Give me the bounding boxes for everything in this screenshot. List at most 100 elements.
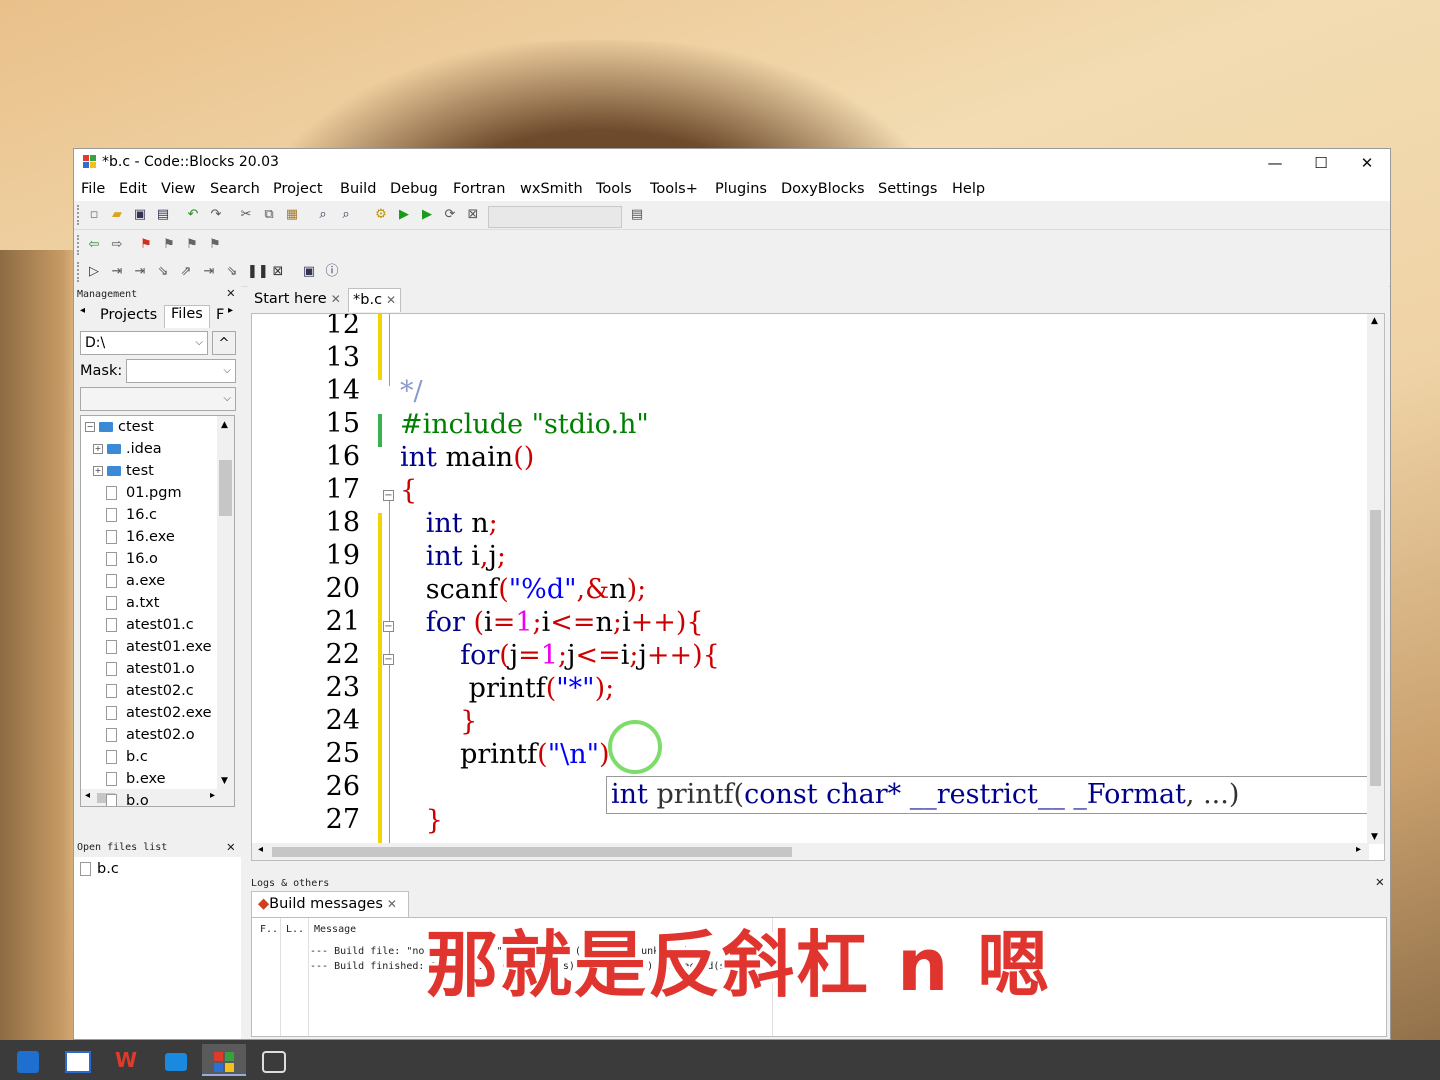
menu-project[interactable]: Project bbox=[273, 181, 323, 197]
open-files-close-icon[interactable]: ✕ bbox=[227, 839, 235, 855]
tab-b-c[interactable]: *b.c ✕ bbox=[348, 288, 402, 312]
maximize-button[interactable]: ☐ bbox=[1298, 151, 1344, 175]
tree-item-file[interactable]: 16.o bbox=[93, 548, 158, 570]
tree-scroll-thumb[interactable] bbox=[219, 460, 232, 516]
step-out-icon[interactable]: ⇗ bbox=[178, 264, 194, 280]
menu-plugins[interactable]: Plugins bbox=[715, 181, 767, 197]
tab-build-messages[interactable]: ◆Build messages ✕ bbox=[251, 891, 409, 917]
taskbar-recorder-icon[interactable] bbox=[252, 1044, 296, 1076]
toolbar-grip[interactable] bbox=[77, 205, 82, 225]
tree-item-file[interactable]: 16.c bbox=[93, 504, 157, 526]
debug-info-icon[interactable]: ⓘ bbox=[324, 264, 340, 280]
scroll-right-icon[interactable]: ▸ bbox=[210, 790, 215, 801]
close-tab-icon[interactable]: ✕ bbox=[331, 292, 341, 306]
tree-item-file[interactable]: atest01.c bbox=[93, 614, 194, 636]
menu-debug[interactable]: Debug bbox=[390, 181, 438, 197]
expand-icon[interactable]: + bbox=[93, 466, 103, 476]
next-instruction-icon[interactable]: ⇥ bbox=[201, 264, 217, 280]
tree-item-file[interactable]: atest01.exe bbox=[93, 636, 212, 658]
menu-wxsmith[interactable]: wxSmith bbox=[520, 181, 583, 197]
run-to-cursor-icon[interactable]: ⇥ bbox=[109, 264, 125, 280]
build-run-icon[interactable]: ▶ bbox=[419, 207, 435, 223]
taskbar-app-1-icon[interactable] bbox=[6, 1044, 50, 1076]
col-file[interactable]: F.. bbox=[260, 924, 278, 935]
tree-item-file[interactable]: atest02.o bbox=[93, 724, 195, 746]
paste-icon[interactable]: ▦ bbox=[284, 207, 300, 223]
tree-item-file[interactable]: 01.pgm bbox=[93, 482, 182, 504]
tree-item-file[interactable]: atest02.c bbox=[93, 680, 194, 702]
scroll-up-icon[interactable]: ▲ bbox=[221, 420, 228, 430]
menu-fortran[interactable]: Fortran bbox=[453, 181, 505, 197]
redo-icon[interactable]: ↷ bbox=[208, 207, 224, 223]
bookmark-flag-icon[interactable]: ⚑ bbox=[138, 237, 154, 253]
title-bar[interactable]: *b.c - Code::Blocks 20.03 — ☐ ✕ bbox=[74, 149, 1390, 177]
toolbar-grip[interactable] bbox=[77, 262, 82, 282]
tree-item-file[interactable]: a.txt bbox=[93, 592, 159, 614]
scroll-down-icon[interactable]: ▼ bbox=[221, 776, 228, 786]
tree-item-folder[interactable]: − ctest bbox=[85, 416, 154, 438]
next-bookmark-icon[interactable]: ⚑ bbox=[184, 237, 200, 253]
menu-help[interactable]: Help bbox=[952, 181, 985, 197]
menu-tools-plus[interactable]: Tools+ bbox=[650, 181, 698, 197]
tree-item-file[interactable]: 16.exe bbox=[93, 526, 175, 548]
copy-icon[interactable]: ⧉ bbox=[261, 207, 277, 223]
editor-vertical-scrollbar[interactable]: ▲ ▼ bbox=[1367, 314, 1384, 844]
tab-fsymbols[interactable]: F bbox=[216, 307, 224, 323]
save-all-icon[interactable]: ▤ bbox=[155, 207, 171, 223]
taskbar-app-2-icon[interactable] bbox=[56, 1044, 100, 1076]
menu-build[interactable]: Build bbox=[340, 181, 376, 197]
debug-continue-icon[interactable]: ▷ bbox=[86, 264, 102, 280]
cut-icon[interactable]: ✂ bbox=[238, 207, 254, 223]
minimize-button[interactable]: — bbox=[1252, 151, 1298, 175]
tree-item-folder[interactable]: + .idea bbox=[93, 438, 162, 460]
fold-for-inner-icon[interactable]: − bbox=[383, 654, 394, 665]
taskbar-wps-icon[interactable]: W bbox=[104, 1044, 148, 1076]
find-icon[interactable]: ⌕ bbox=[315, 207, 331, 223]
menu-view[interactable]: View bbox=[161, 181, 195, 197]
up-directory-button[interactable]: ^ bbox=[212, 331, 236, 355]
filter-combobox[interactable]: ⌵ bbox=[80, 387, 236, 411]
chevron-down-icon[interactable]: ⌵ bbox=[223, 388, 231, 410]
forward-arrow-icon[interactable]: ⇨ bbox=[109, 237, 125, 253]
step-instruction-icon[interactable]: ⇘ bbox=[224, 264, 240, 280]
pause-icon[interactable]: ❚❚ bbox=[247, 264, 269, 280]
tree-item-folder[interactable]: + test bbox=[93, 460, 154, 482]
management-close-icon[interactable]: ✕ bbox=[227, 285, 235, 301]
target-dialog-icon[interactable]: ▤ bbox=[629, 207, 645, 223]
build-target-select[interactable] bbox=[488, 206, 622, 228]
menu-file[interactable]: File bbox=[81, 181, 105, 197]
tree-item-file[interactable]: b.c bbox=[93, 746, 148, 768]
expand-icon[interactable]: + bbox=[93, 444, 103, 454]
rebuild-icon[interactable]: ⟳ bbox=[442, 207, 458, 223]
tab-projects[interactable]: Projects bbox=[96, 307, 162, 327]
editor-hscroll-thumb[interactable] bbox=[272, 847, 792, 857]
back-arrow-icon[interactable]: ⇦ bbox=[86, 237, 102, 253]
scroll-down-icon[interactable]: ▼ bbox=[1371, 832, 1378, 842]
close-tab-icon[interactable]: ✕ bbox=[387, 897, 397, 911]
col-message[interactable]: Message bbox=[314, 924, 356, 935]
tree-item-file[interactable]: b.exe bbox=[93, 768, 166, 790]
col-line[interactable]: L.. bbox=[286, 924, 304, 935]
tab-start-here[interactable]: Start here ✕ bbox=[250, 288, 345, 312]
tab-scroll-left-icon[interactable]: ◂ bbox=[80, 305, 85, 316]
tree-vertical-scrollbar[interactable]: ▲ ▼ bbox=[217, 416, 234, 806]
build-gear-icon[interactable]: ⚙ bbox=[373, 207, 389, 223]
save-icon[interactable]: ▣ bbox=[132, 207, 148, 223]
editor-scroll-thumb[interactable] bbox=[1370, 510, 1381, 786]
fold-for-outer-icon[interactable]: − bbox=[383, 621, 394, 632]
abort-icon[interactable]: ⊠ bbox=[465, 207, 481, 223]
tree-item-file[interactable]: a.exe bbox=[93, 570, 165, 592]
stop-debug-icon[interactable]: ⊠ bbox=[270, 264, 286, 280]
run-icon[interactable]: ▶ bbox=[396, 207, 412, 223]
menu-edit[interactable]: Edit bbox=[119, 181, 147, 197]
undo-icon[interactable]: ↶ bbox=[185, 207, 201, 223]
scroll-up-icon[interactable]: ▲ bbox=[1371, 316, 1378, 326]
chevron-down-icon[interactable]: ⌵ bbox=[223, 360, 231, 382]
taskbar-codeblocks-icon[interactable] bbox=[202, 1044, 246, 1076]
toolbar-grip[interactable] bbox=[77, 235, 82, 255]
menu-tools[interactable]: Tools bbox=[596, 181, 632, 197]
next-line-icon[interactable]: ⇥ bbox=[132, 264, 148, 280]
open-icon[interactable]: ▰ bbox=[109, 207, 125, 223]
close-button[interactable]: ✕ bbox=[1344, 151, 1390, 175]
tree-item-file[interactable]: atest01.o bbox=[93, 658, 195, 680]
